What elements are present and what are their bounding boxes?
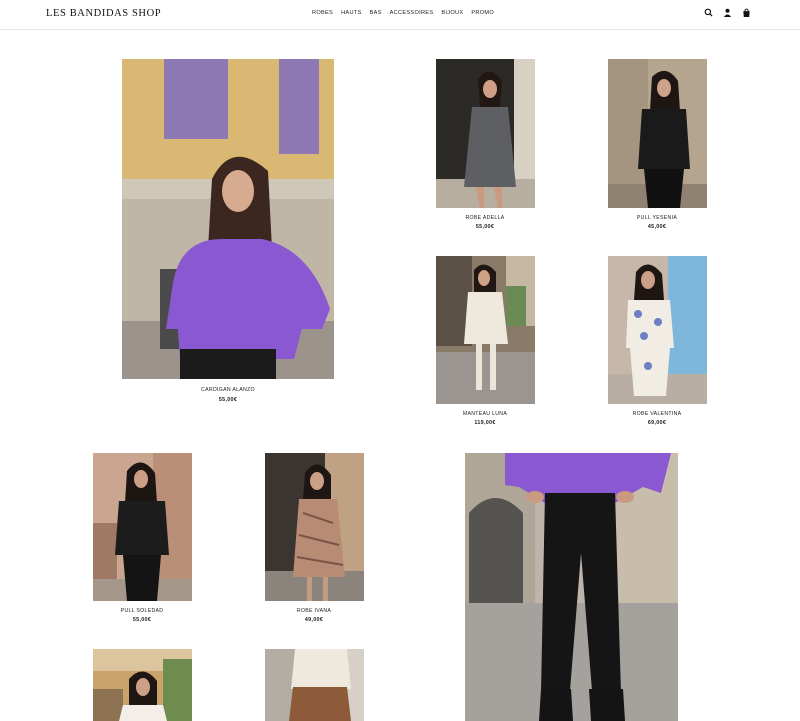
product-price: 45,00€: [647, 224, 667, 230]
nav-promo[interactable]: PROMO: [471, 10, 494, 16]
product-name[interactable]: PULL SOLEDAD: [62, 608, 222, 614]
product-image[interactable]: [608, 256, 707, 404]
product-name[interactable]: ROBE ADELLA: [405, 215, 565, 221]
header-icons: [704, 8, 761, 20]
product-name[interactable]: ROBE VALENTINA: [577, 411, 737, 417]
product-price: 49,00€: [304, 617, 324, 623]
product-image[interactable]: [436, 59, 535, 208]
nav-accessoires[interactable]: ACCESSOIRES: [390, 10, 434, 16]
product-name[interactable]: ROBE IVANA: [234, 608, 394, 614]
product-image[interactable]: [265, 649, 364, 721]
product-price: 55,00€: [218, 397, 238, 403]
site-header: LES BANDIDAS SHOP ROBES HAUTS BAS ACCESS…: [0, 0, 800, 30]
product-image[interactable]: [93, 649, 192, 721]
product-price: 119,00€: [474, 420, 496, 426]
product-image[interactable]: [436, 256, 535, 404]
nav-bas[interactable]: BAS: [370, 10, 382, 16]
main-nav: ROBES HAUTS BAS ACCESSOIRES BIJOUX PROMO: [312, 10, 502, 16]
product-name[interactable]: MANTEAU LUNA: [405, 411, 565, 417]
product-price: 55,00€: [132, 617, 152, 623]
product-image[interactable]: [608, 59, 707, 208]
product-price: 55,00€: [475, 224, 495, 230]
account-icon[interactable]: [723, 8, 735, 20]
product-price: 69,00€: [647, 420, 667, 426]
nav-robes[interactable]: ROBES: [312, 10, 333, 16]
product-name[interactable]: PULL YESENIA: [577, 215, 737, 221]
cart-icon[interactable]: [742, 8, 754, 20]
nav-hauts[interactable]: HAUTS: [341, 10, 361, 16]
nav-bijoux[interactable]: BIJOUX: [441, 10, 463, 16]
product-image[interactable]: [265, 453, 364, 601]
product-image[interactable]: [122, 59, 334, 379]
product-image[interactable]: [93, 453, 192, 601]
product-name[interactable]: CARDIGAN ALANZO: [148, 387, 308, 393]
brand-logo[interactable]: LES BANDIDAS SHOP: [46, 8, 161, 19]
product-image[interactable]: [465, 453, 678, 721]
search-icon[interactable]: [704, 8, 716, 20]
